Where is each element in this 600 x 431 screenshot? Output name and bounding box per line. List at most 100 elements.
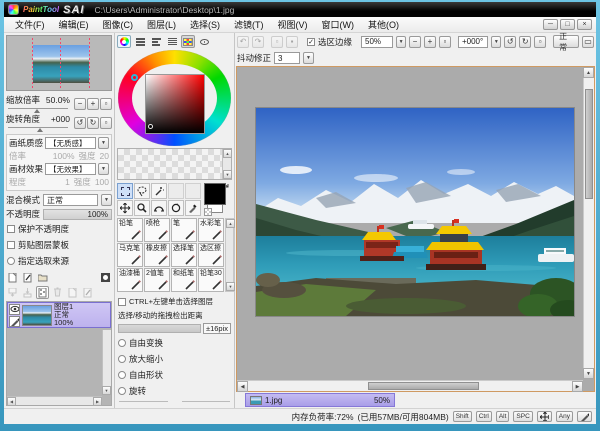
menu-file[interactable]: 文件(F) xyxy=(8,17,52,32)
nav-zoom-out-button[interactable]: − xyxy=(74,98,86,110)
layer-edit-icon[interactable] xyxy=(9,316,20,327)
canvas-zoom-reset-button[interactable]: ▫ xyxy=(439,36,451,48)
brush-select-eraser[interactable]: 选区擦 xyxy=(198,243,224,267)
brush-marker[interactable]: 马克笔 xyxy=(117,243,143,267)
delete-layer-icon[interactable] xyxy=(51,286,64,299)
color-wheel[interactable] xyxy=(118,50,231,146)
rectangle-select-tool[interactable] xyxy=(117,183,133,199)
canvas-zoom-dropdown-icon[interactable]: ▼ xyxy=(396,36,406,48)
material-effect-dropdown-icon[interactable]: ▼ xyxy=(98,163,109,175)
rotate-canvas-tool[interactable] xyxy=(151,200,167,216)
canvas-rotate-ccw-button[interactable]: ↺ xyxy=(504,36,516,48)
material-effect-select[interactable]: 【无效果】 xyxy=(45,163,96,175)
blend-mode-dropdown-icon[interactable]: ▼ xyxy=(101,194,112,206)
nav-zoom-in-button[interactable]: + xyxy=(87,98,99,110)
layer-list-horizontal-scrollbar[interactable]: ◀▶ xyxy=(7,396,102,405)
selection-source-radio[interactable] xyxy=(7,257,15,265)
pen-mode-icon[interactable] xyxy=(577,411,592,422)
canvas-rotate-reset-button[interactable]: ▫ xyxy=(534,36,546,48)
layer-mask-icon[interactable] xyxy=(99,271,112,284)
any-key-button[interactable]: Any xyxy=(556,411,573,422)
brush-paper-pen[interactable]: 和纸笔 xyxy=(171,268,197,292)
minimize-button[interactable]: ─ xyxy=(543,19,558,30)
zoom-tool[interactable] xyxy=(134,200,150,216)
canvas-vertical-scrollbar[interactable]: ▲ ▼ xyxy=(583,67,594,379)
brush-select-pen[interactable]: 选择笔 xyxy=(171,243,197,267)
brush-airbrush[interactable]: 喷枪 xyxy=(144,218,170,242)
canvas-rotate-cw-button[interactable]: ↻ xyxy=(519,36,531,48)
lasso-tool[interactable] xyxy=(134,183,150,199)
color-wheel-tab-icon[interactable] xyxy=(117,35,131,48)
brush-bucket[interactable]: 油漆桶 xyxy=(117,268,143,292)
nav-rotate-reset-button[interactable]: ▫ xyxy=(100,117,112,129)
menu-others[interactable]: 其他(O) xyxy=(361,17,406,32)
stabilizer-dropdown-icon[interactable]: ▼ xyxy=(303,52,314,64)
invert-selection-icon[interactable]: ▪ xyxy=(286,36,298,48)
eyedropper-tool[interactable] xyxy=(185,200,201,216)
merge-down-icon[interactable] xyxy=(21,286,34,299)
menu-select[interactable]: 选择(S) xyxy=(183,17,227,32)
brush-pencil30[interactable]: 铅笔30 xyxy=(198,268,224,292)
transfer-down-icon[interactable] xyxy=(6,286,19,299)
close-button[interactable]: × xyxy=(577,19,592,30)
menu-image[interactable]: 图像(C) xyxy=(96,17,141,32)
empty-tool-slot[interactable] xyxy=(185,183,201,199)
nav-rotate-ccw-button[interactable]: ↺ xyxy=(74,117,86,129)
hue-cursor[interactable] xyxy=(131,74,138,81)
menu-filter[interactable]: 滤镜(T) xyxy=(227,17,271,32)
selection-edge-checkbox[interactable]: ✓ xyxy=(307,38,315,46)
alt-key-button[interactable]: Alt xyxy=(496,411,510,422)
empty-tool-slot[interactable] xyxy=(168,183,184,199)
free-transform-radio[interactable] xyxy=(118,339,126,347)
new-vector-layer-icon[interactable] xyxy=(21,271,34,284)
scale-radio[interactable] xyxy=(118,355,126,363)
shift-key-button[interactable]: Shift xyxy=(453,411,472,422)
document-tab[interactable]: 1.jpg 50% xyxy=(245,393,395,407)
layer-visibility-icon[interactable] xyxy=(9,304,20,315)
undo-icon[interactable]: ↶ xyxy=(237,36,249,48)
canvas-zoom-in-button[interactable]: + xyxy=(424,36,436,48)
new-layer-folder-icon[interactable] xyxy=(36,271,49,284)
opacity-slider[interactable]: 100% xyxy=(43,209,112,220)
view-mode-button[interactable]: 正常 xyxy=(553,35,579,48)
layer-extra1-icon[interactable] xyxy=(66,286,79,299)
paper-texture-dropdown-icon[interactable]: ▼ xyxy=(98,137,109,149)
nav-rotate-cw-button[interactable]: ↻ xyxy=(87,117,99,129)
scratchpad-tab-icon[interactable] xyxy=(197,35,211,48)
canvas-zoom-field[interactable]: 50% xyxy=(361,36,393,48)
mixer-tab-icon[interactable] xyxy=(165,35,179,48)
nav-angle-slider[interactable] xyxy=(8,125,68,131)
space-key-button[interactable]: SPC xyxy=(513,411,532,422)
free-shape-radio[interactable] xyxy=(118,371,126,379)
canvas-image[interactable] xyxy=(256,108,574,316)
ctrl-key-button[interactable]: Ctrl xyxy=(476,411,492,422)
clipping-mask-checkbox[interactable] xyxy=(7,241,15,249)
brush-binary-pen[interactable]: 2值笔 xyxy=(144,268,170,292)
layer-row-1[interactable]: 图层1 正常 100% xyxy=(7,302,111,328)
clear-layer-icon[interactable] xyxy=(36,286,49,299)
foreground-color-swatch[interactable] xyxy=(204,183,226,205)
nav-zoom-slider[interactable] xyxy=(8,106,68,112)
move-mode-icon[interactable] xyxy=(537,411,552,422)
saturation-value-square[interactable] xyxy=(145,74,205,134)
canvas-zoom-out-button[interactable]: − xyxy=(409,36,421,48)
canvas-horizontal-scrollbar[interactable]: ◀ ▶ xyxy=(237,380,583,391)
move-tool[interactable] xyxy=(117,200,133,216)
brush-pen[interactable]: 笔 xyxy=(171,218,197,242)
rotate-radio[interactable] xyxy=(118,387,126,395)
color-swatches-area[interactable]: ▲▼ xyxy=(117,148,232,180)
canvas-viewport[interactable]: ▲ ▼ ◀ ▶ xyxy=(236,66,595,392)
nav-zoom-reset-button[interactable]: ▫ xyxy=(100,98,112,110)
blend-mode-select[interactable]: 正常 xyxy=(43,194,98,206)
menu-layer[interactable]: 图层(L) xyxy=(140,17,183,32)
swatches-tab-icon[interactable] xyxy=(181,35,195,48)
hsv-slider-tab-icon[interactable] xyxy=(149,35,163,48)
canvas-angle-field[interactable]: +000° xyxy=(458,36,488,48)
brush-watercolor[interactable]: 水彩笔 xyxy=(198,218,224,242)
sv-cursor[interactable] xyxy=(148,124,153,129)
rgb-slider-tab-icon[interactable] xyxy=(133,35,147,48)
new-layer-icon[interactable] xyxy=(6,271,19,284)
swatches-scrollbar[interactable]: ▲▼ xyxy=(222,149,231,179)
flip-view-button[interactable]: ▭ xyxy=(582,36,594,48)
menu-edit[interactable]: 编辑(E) xyxy=(52,17,96,32)
